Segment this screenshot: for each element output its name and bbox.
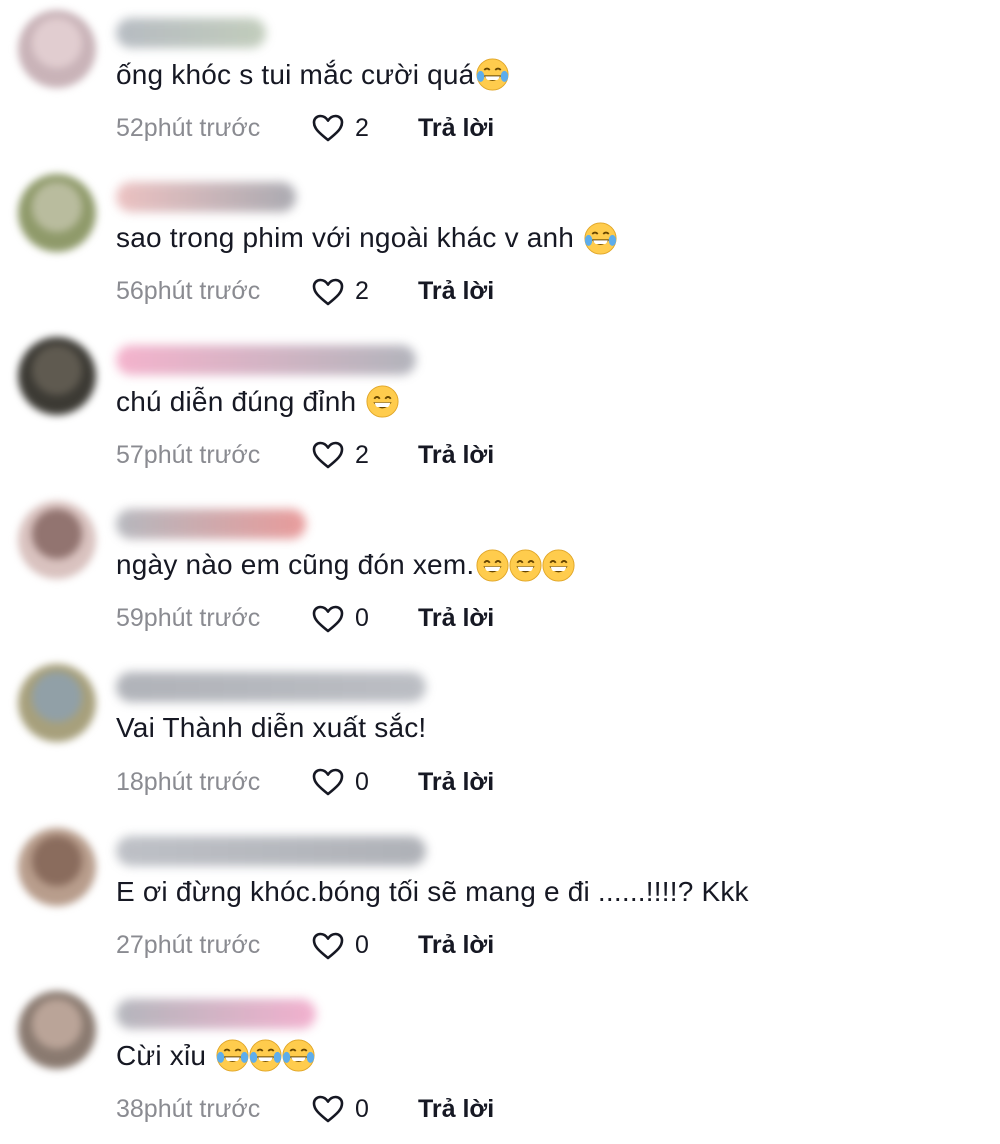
comment-meta: 38phút trước 0 Trả lời (116, 1091, 494, 1127)
emoji-group (216, 1039, 315, 1072)
comment-message: sao trong phim với ngoài khác v anh (116, 222, 583, 253)
comment-item: Cừi xỉu 38phút trước 0 Trả lời (0, 981, 1000, 1144)
heart-icon[interactable] (311, 767, 345, 797)
reply-button[interactable]: Trả lời (418, 604, 494, 633)
emoji-group (476, 58, 509, 91)
grinning-face-with-smiling-eyes-icon (542, 548, 575, 582)
timestamp: 27phút trước (116, 931, 261, 959)
grinning-face-with-smiling-eyes-icon (509, 548, 542, 582)
comment-message: ngày nào em cũng đón xem. (116, 549, 475, 580)
reply-button[interactable]: Trả lời (418, 441, 494, 470)
comment-text: E ơi đừng khóc.bóng tối sẽ mang e đi ...… (116, 876, 749, 908)
avatar[interactable] (18, 991, 96, 1069)
comment-item: chú diễn đúng đỉnh 57phút trước 2 Trả lời (0, 327, 1000, 490)
avatar[interactable] (18, 500, 96, 579)
comment-text: Vai Thành diễn xuất sắc! (116, 712, 426, 744)
comment-message: ống khóc s tui mắc cười quá (116, 58, 475, 90)
heart-icon[interactable] (311, 931, 345, 961)
comment-text: ngày nào em cũng đón xem. (116, 548, 575, 582)
comment-meta: 59phút trước 0 Trả lời (116, 601, 494, 637)
timestamp: 56phút trước (116, 277, 261, 305)
comment-message: chú diễn đúng đỉnh (116, 385, 365, 417)
comment-message: E ơi đừng khóc.bóng tối sẽ mang e đi ...… (116, 875, 749, 907)
heart-icon[interactable] (311, 1094, 345, 1124)
comment-meta: 52phút trước 2 Trả lời (116, 110, 494, 146)
emoji-group (476, 548, 575, 582)
like-count: 2 (355, 113, 369, 142)
username-blurred[interactable] (116, 508, 306, 539)
comment-meta: 27phút trước 0 Trả lời (116, 928, 494, 964)
comment-text: sao trong phim với ngoài khác v anh (116, 221, 617, 255)
timestamp: 38phút trước (116, 1094, 261, 1123)
heart-icon[interactable] (311, 440, 345, 470)
comment-list: ống khóc s tui mắc cười quá 52phút trước 2… (0, 0, 1000, 1140)
comment-item: Vai Thành diễn xuất sắc! 18phút trước 0 Trả… (0, 654, 1000, 817)
username-blurred[interactable] (116, 181, 296, 212)
username-blurred[interactable] (116, 999, 316, 1029)
avatar[interactable] (18, 173, 96, 252)
username-blurred[interactable] (116, 345, 416, 375)
like-count: 0 (355, 767, 369, 796)
like-count: 0 (355, 931, 369, 959)
heart-icon[interactable] (311, 277, 345, 307)
comment-item: ống khóc s tui mắc cười quá 52phút trước 2… (0, 0, 1000, 163)
like-count: 2 (355, 277, 369, 305)
reply-button[interactable]: Trả lời (418, 114, 494, 143)
comment-text: ống khóc s tui mắc cười quá (116, 58, 509, 91)
like-count: 0 (355, 604, 369, 632)
heart-icon[interactable] (311, 604, 345, 634)
reply-button[interactable]: Trả lời (418, 1095, 494, 1124)
comment-text: chú diễn đúng đỉnh (116, 385, 399, 418)
timestamp: 57phút trước (116, 440, 261, 469)
comment-message: Cừi xỉu (116, 1039, 215, 1071)
avatar[interactable] (18, 10, 96, 88)
reply-button[interactable]: Trả lời (418, 931, 494, 960)
avatar[interactable] (18, 664, 96, 742)
emoji-group (366, 385, 399, 418)
face-with-tears-of-joy-icon (476, 58, 509, 91)
face-with-tears-of-joy-icon (249, 1039, 282, 1072)
timestamp: 52phút trước (116, 113, 261, 142)
grinning-face-with-smiling-eyes-icon (366, 385, 399, 418)
timestamp: 18phút trước (116, 767, 261, 796)
timestamp: 59phút trước (116, 604, 261, 632)
username-blurred[interactable] (116, 672, 426, 702)
username-blurred[interactable] (116, 835, 426, 866)
reply-button[interactable]: Trả lời (418, 768, 494, 797)
reply-button[interactable]: Trả lời (418, 277, 494, 306)
like-count: 0 (355, 1094, 369, 1123)
comment-text: Cừi xỉu (116, 1039, 315, 1072)
comment-message: Vai Thành diễn xuất sắc! (116, 712, 427, 743)
avatar[interactable] (18, 337, 96, 415)
face-with-tears-of-joy-icon (282, 1039, 315, 1072)
comment-item: E ơi đừng khóc.bóng tối sẽ mang e đi ...… (0, 818, 1000, 981)
face-with-tears-of-joy-icon (216, 1039, 249, 1072)
comment-meta: 57phút trước 2 Trả lời (116, 437, 494, 473)
face-with-tears-of-joy-icon (584, 221, 617, 255)
emoji-group (584, 221, 617, 255)
comment-item: sao trong phim với ngoài khác v anh 56ph… (0, 164, 1000, 327)
heart-icon[interactable] (311, 113, 345, 143)
comment-item: ngày nào em cũng đón xem. 59phút trước 0 Tr… (0, 491, 1000, 654)
comment-meta: 18phút trước 0 Trả lời (116, 764, 494, 800)
grinning-face-with-smiling-eyes-icon (476, 548, 509, 582)
username-blurred[interactable] (116, 18, 266, 48)
comment-meta: 56phút trước 2 Trả lời (116, 274, 494, 310)
avatar[interactable] (18, 827, 96, 906)
like-count: 2 (355, 440, 369, 469)
